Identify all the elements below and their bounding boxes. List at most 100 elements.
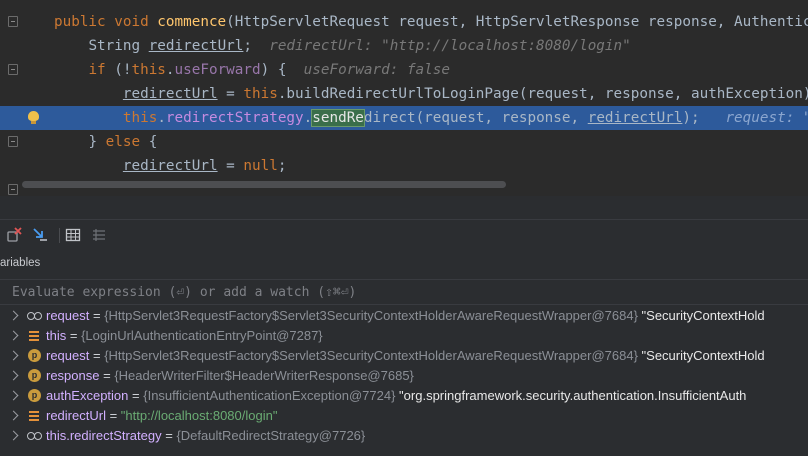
variable-name: this.redirectStrategy bbox=[46, 428, 162, 443]
code-token: . bbox=[303, 110, 313, 126]
expand-chevron-icon[interactable] bbox=[8, 350, 19, 361]
code-text: redirectUrl = null; bbox=[54, 154, 287, 178]
code-token: ) { bbox=[260, 62, 304, 78]
variable-equals: = bbox=[128, 388, 144, 403]
code-token: this bbox=[243, 86, 278, 102]
inline-value-hint: useForward: false bbox=[303, 62, 450, 78]
variable-to-string: "SecurityContextHold bbox=[637, 348, 765, 363]
horizontal-scrollbar[interactable] bbox=[22, 181, 506, 188]
variable-to-string: "SecurityContextHold bbox=[637, 308, 765, 323]
expand-chevron-icon[interactable] bbox=[8, 370, 19, 381]
variable-name: request bbox=[46, 348, 90, 363]
code-text: } else { bbox=[54, 130, 157, 154]
variable-row[interactable]: p response = {HeaderWriterFilter$HeaderWr… bbox=[0, 366, 808, 386]
code-token: if bbox=[88, 62, 115, 78]
variable-row[interactable]: redirectUrl = "http://localhost:8080/log… bbox=[0, 406, 808, 426]
variable-text: authException = {InsufficientAuthenticat… bbox=[46, 386, 746, 406]
variable-text: request = {HttpServlet3RequestFactory$Se… bbox=[46, 346, 765, 366]
code-token: (! bbox=[114, 62, 132, 78]
expand-chevron-icon[interactable] bbox=[8, 310, 19, 321]
variable-value: {HeaderWriterFilter$HeaderWriterResponse… bbox=[114, 368, 414, 383]
variable-equals: = bbox=[89, 308, 105, 323]
variable-row[interactable]: p request = {HttpServlet3RequestFactory$S… bbox=[0, 346, 808, 366]
code-token: sendRe bbox=[311, 109, 365, 127]
variable-name: this bbox=[46, 328, 67, 343]
expand-chevron-icon[interactable] bbox=[8, 410, 19, 421]
variables-tree: request = {HttpServlet3RequestFactory$Se… bbox=[0, 306, 808, 446]
code-text: redirectUrl = this.buildRedirectUrlToLog… bbox=[54, 82, 808, 106]
variable-name: request bbox=[46, 308, 90, 323]
variable-row[interactable]: this.redirectStrategy = {DefaultRedirect… bbox=[0, 426, 808, 446]
code-editor[interactable]: public void commence(HttpServletRequest … bbox=[0, 0, 808, 196]
inline-value-hint: redirectUrl: "http://localhost:8080/logi… bbox=[269, 38, 631, 54]
code-token: else bbox=[105, 134, 141, 150]
code-token: = bbox=[217, 158, 244, 174]
code-token: String bbox=[88, 38, 149, 54]
evaluate-expression-bar[interactable] bbox=[0, 279, 808, 305]
code-line[interactable]: String redirectUrl; redirectUrl: "http:/… bbox=[0, 34, 808, 58]
toolbar-separator bbox=[59, 228, 60, 243]
code-line[interactable]: if (!this.useForward) { useForward: fals… bbox=[0, 58, 808, 82]
variable-row[interactable]: request = {HttpServlet3RequestFactory$Se… bbox=[0, 306, 808, 326]
current-execution-line[interactable]: this.redirectStrategy.sendRedirect(reque… bbox=[0, 106, 808, 130]
field-icon bbox=[29, 411, 39, 421]
code-line[interactable]: } else { bbox=[0, 130, 808, 154]
code-text: public void commence(HttpServletRequest … bbox=[54, 10, 808, 34]
variable-text: response = {HeaderWriterFilter$HeaderWri… bbox=[46, 366, 414, 386]
variable-equals: = bbox=[89, 348, 105, 363]
code-token: ; bbox=[243, 38, 270, 54]
variable-text: this.redirectStrategy = {DefaultRedirect… bbox=[46, 426, 365, 446]
code-token: ; bbox=[277, 158, 287, 174]
code-token: redirectStrategy bbox=[165, 110, 304, 126]
code-token: ); bbox=[682, 110, 726, 126]
fold-icon[interactable] bbox=[8, 184, 18, 195]
expand-chevron-icon[interactable] bbox=[8, 330, 19, 341]
code-line[interactable]: public void commence(HttpServletRequest … bbox=[0, 10, 808, 34]
code-token: . bbox=[165, 62, 175, 78]
code-line[interactable]: redirectUrl = null; bbox=[0, 154, 808, 178]
variable-equals: = bbox=[161, 428, 177, 443]
code-token: .buildRedirectUrlToLoginPage(request, re… bbox=[277, 86, 808, 102]
code-token: redirectUrl bbox=[587, 110, 683, 126]
code-text: this.redirectStrategy.sendRedirect(reque… bbox=[54, 106, 808, 130]
clear-breakpoints-icon[interactable] bbox=[6, 227, 22, 243]
lightbulb-icon[interactable] bbox=[28, 111, 39, 124]
watch-icon bbox=[27, 311, 43, 321]
code-token: = bbox=[217, 86, 244, 102]
variable-value: {DefaultRedirectStrategy@7726} bbox=[176, 428, 366, 443]
expand-chevron-icon[interactable] bbox=[8, 430, 19, 441]
code-token: useForward bbox=[174, 62, 261, 78]
variable-equals: = bbox=[99, 368, 115, 383]
code-token: direct(request, response, bbox=[363, 110, 588, 126]
step-into-icon[interactable] bbox=[32, 227, 48, 243]
code-token: commence bbox=[157, 14, 227, 30]
code-token: redirectUrl bbox=[122, 158, 218, 174]
variable-row[interactable]: this = {LoginUrlAuthenticationEntryPoint… bbox=[0, 326, 808, 346]
panel-splitter[interactable] bbox=[0, 196, 808, 220]
variable-text: this = {LoginUrlAuthenticationEntryPoint… bbox=[46, 326, 323, 346]
list-view-icon[interactable] bbox=[91, 227, 107, 243]
variable-value: {InsufficientAuthenticationException@772… bbox=[143, 388, 396, 403]
parameter-icon: p bbox=[28, 369, 41, 382]
inline-value-hint: request: "Sec bbox=[725, 110, 808, 126]
table-view-icon[interactable] bbox=[65, 227, 81, 243]
code-line[interactable]: redirectUrl = this.buildRedirectUrlToLog… bbox=[0, 82, 808, 106]
variable-equals: = bbox=[66, 328, 82, 343]
variable-value: {HttpServlet3RequestFactory$Servlet3Secu… bbox=[104, 308, 638, 323]
evaluate-expression-input[interactable] bbox=[0, 280, 808, 304]
code-token: redirectUrl bbox=[122, 86, 218, 102]
code-token: . bbox=[157, 110, 166, 126]
debugger-toolbar bbox=[0, 221, 808, 249]
code-token: this bbox=[122, 110, 158, 126]
variable-text: redirectUrl = "http://localhost:8080/log… bbox=[46, 406, 277, 426]
variable-name: authException bbox=[46, 388, 129, 403]
expand-chevron-icon[interactable] bbox=[8, 390, 19, 401]
code-token: null bbox=[243, 158, 278, 174]
variable-row[interactable]: p authException = {InsufficientAuthentica… bbox=[0, 386, 808, 406]
variable-to-string: "org.springframework.security.authentica… bbox=[395, 388, 747, 403]
